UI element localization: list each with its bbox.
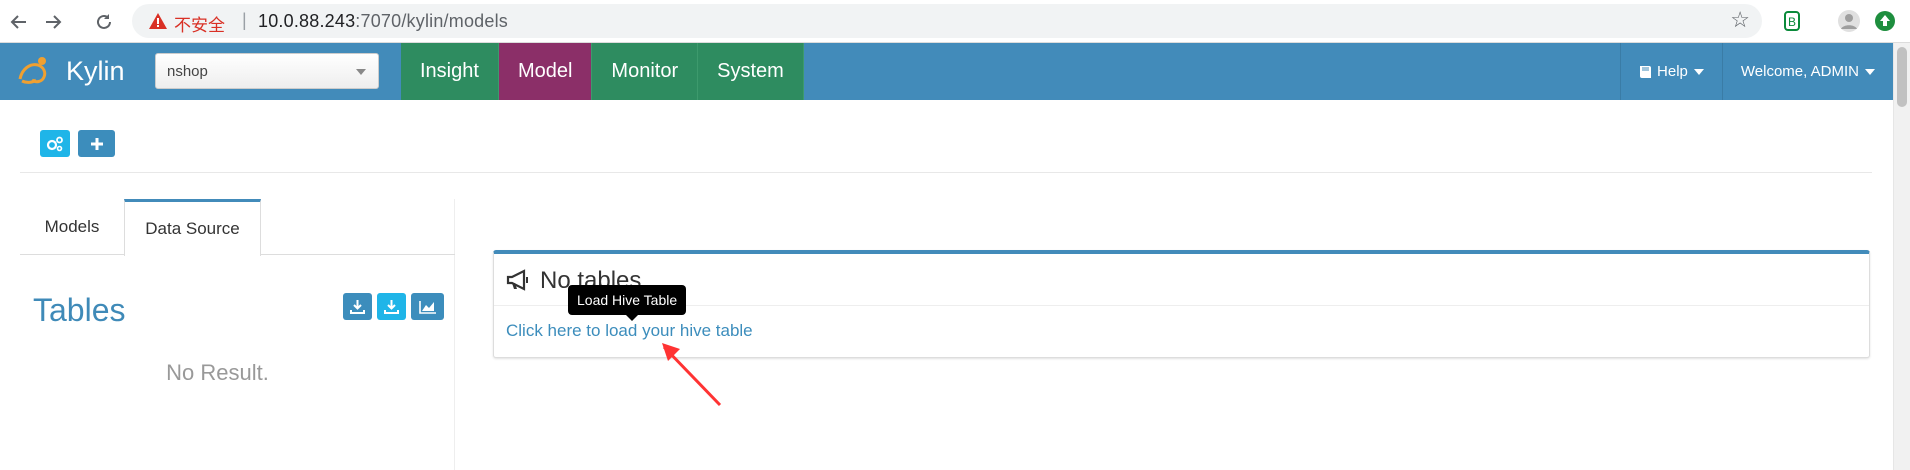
kylin-logo-icon	[18, 57, 47, 84]
nav-system[interactable]: System	[698, 43, 804, 100]
brand-name: Kylin	[66, 55, 125, 86]
project-select[interactable]: nshop	[155, 53, 379, 89]
url-separator: |	[242, 10, 247, 30]
plus-icon	[90, 137, 103, 150]
cogs-icon	[46, 136, 63, 151]
browser-toolbar: 不安全 | 10.0.88.243:7070/kylin/models ☆ B	[0, 0, 1910, 43]
download-icon	[350, 300, 365, 314]
warning-icon	[149, 13, 167, 29]
url-text: 10.0.88.243:7070/kylin/models	[258, 11, 508, 32]
update-icon[interactable]	[1873, 9, 1897, 33]
insecure-label: 不安全	[174, 16, 225, 36]
panel-header: No tables	[494, 254, 1869, 306]
user-menu[interactable]: Welcome, ADMIN	[1721, 43, 1893, 100]
chart-button[interactable]	[411, 293, 444, 320]
back-icon[interactable]	[4, 7, 34, 37]
extension-icon[interactable]: B	[1780, 9, 1804, 33]
tooltip-text: Load Hive Table	[577, 292, 678, 308]
profile-icon[interactable]	[1837, 9, 1861, 33]
address-bar[interactable]: 不安全 | 10.0.88.243:7070/kylin/models ☆	[132, 4, 1762, 38]
forward-icon[interactable]	[38, 7, 68, 37]
chart-icon	[418, 300, 436, 314]
help-label: Help	[1657, 63, 1688, 80]
right-nav: Help Welcome, ADMIN	[1620, 43, 1893, 100]
tab-data-source[interactable]: Data Source	[124, 199, 261, 256]
megaphone-icon	[506, 269, 528, 291]
add-button[interactable]	[78, 130, 115, 157]
load-hive-table-button[interactable]	[343, 293, 372, 320]
left-panel: Models Data Source Tables No Result.	[20, 199, 455, 470]
help-menu[interactable]: Help	[1620, 43, 1722, 100]
tooltip-arrow	[626, 315, 638, 321]
nav-monitor[interactable]: Monitor	[592, 43, 699, 100]
scrollbar-thumb[interactable]	[1897, 47, 1907, 107]
svg-text:B: B	[1788, 15, 1796, 29]
tables-title: Tables	[33, 292, 126, 328]
settings-button[interactable]	[40, 130, 70, 157]
nav-model[interactable]: Model	[498, 43, 593, 100]
divider	[20, 172, 1872, 173]
tooltip: Load Hive Table	[568, 285, 687, 321]
tab-bar: Models Data Source	[20, 199, 455, 256]
book-icon	[1640, 65, 1652, 78]
chevron-down-icon	[356, 69, 366, 75]
url-host: 10.0.88.243	[258, 11, 356, 31]
tab-models[interactable]: Models	[20, 199, 124, 255]
main-nav: Insight Model Monitor System	[401, 43, 804, 100]
url-path: :7070/kylin/models	[355, 11, 508, 31]
chevron-down-icon	[1693, 68, 1704, 75]
load-table-button[interactable]	[377, 293, 406, 320]
nav-insight[interactable]: Insight	[401, 43, 499, 100]
annotation-arrow-icon	[662, 343, 722, 407]
project-select-value: nshop	[167, 63, 208, 80]
reload-icon[interactable]	[89, 7, 119, 37]
star-icon[interactable]: ☆	[1730, 7, 1750, 33]
welcome-label: Welcome, ADMIN	[1740, 63, 1859, 80]
app-navbar: Kylin nshop Insight Model Monitor System…	[0, 43, 1893, 100]
download-icon	[384, 300, 399, 314]
no-result-text: No Result.	[166, 360, 269, 385]
chevron-down-icon	[1865, 68, 1875, 75]
page-scrollbar[interactable]	[1893, 43, 1910, 470]
brand[interactable]: Kylin	[14, 51, 125, 91]
